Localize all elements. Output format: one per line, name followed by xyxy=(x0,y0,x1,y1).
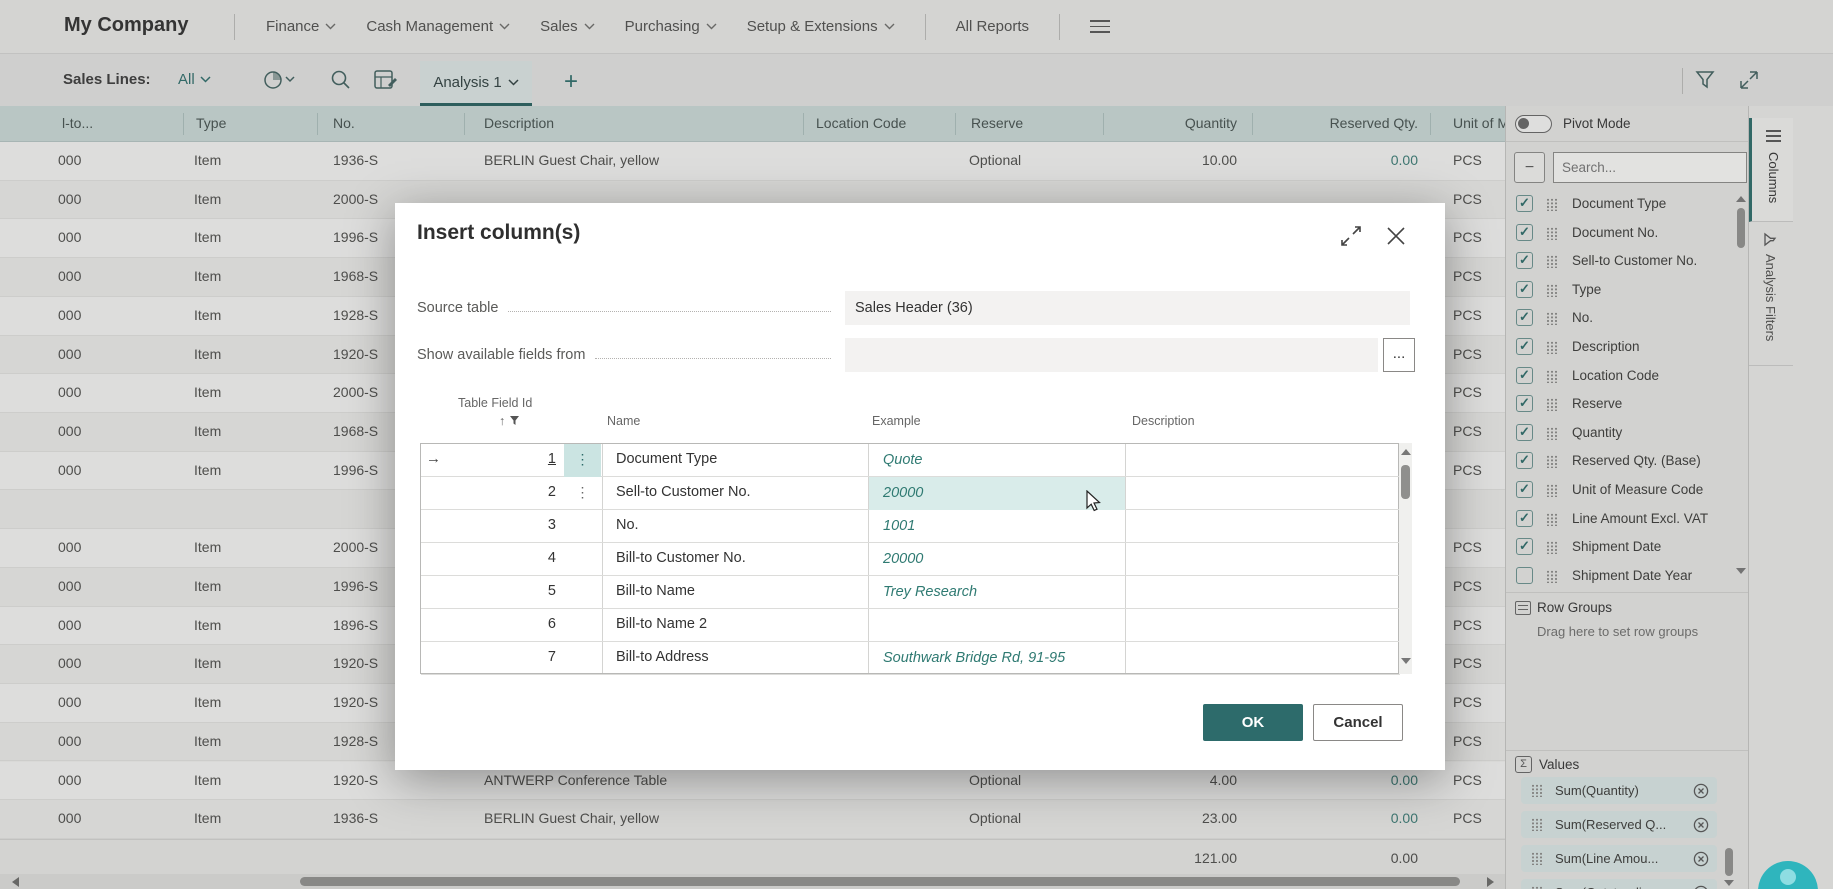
source-table-field[interactable]: Sales Header (36) xyxy=(845,291,1410,325)
field-name: No. xyxy=(616,517,639,533)
active-row-arrow-icon: → xyxy=(426,450,441,467)
field-id: 3 xyxy=(547,517,556,533)
source-table-label: Source table xyxy=(417,300,499,316)
field-id: 1 xyxy=(547,451,556,467)
kebab-icon[interactable]: ⋮ xyxy=(564,477,601,510)
col-header-description[interactable]: Description xyxy=(1132,414,1195,428)
fields-grid: → 1 ⋮ Document Type Quote 2 ⋮ Sell-to Customer … xyxy=(420,443,1400,675)
filter-icon xyxy=(509,416,519,425)
grid-scroll-up[interactable] xyxy=(1401,449,1411,455)
app-window: My Company Finance Cash Management Sales Pu… xyxy=(0,0,1833,889)
field-row[interactable]: 6 Bill-to Name 2 xyxy=(421,609,1400,642)
field-row[interactable]: 7 Bill-to Address Southwark Bridge Rd, 91-… xyxy=(421,642,1400,675)
insert-columns-dialog: Insert column(s) Source table Sales Head… xyxy=(395,203,1445,770)
expand-dialog-icon[interactable] xyxy=(1340,225,1362,247)
field-name: Bill-to Name xyxy=(616,583,695,599)
field-row[interactable]: → 1 ⋮ Document Type Quote xyxy=(421,444,1400,477)
dialog-title: Insert column(s) xyxy=(417,221,581,244)
col-header-example[interactable]: Example xyxy=(872,414,921,428)
sort-filter-indicator: ↑ xyxy=(499,414,520,428)
fields-grid-scrollbar[interactable] xyxy=(1399,443,1412,674)
kebab-icon[interactable]: ⋮ xyxy=(564,444,601,477)
col-header-table-field-id[interactable]: Table Field Id xyxy=(458,396,532,410)
field-id: 2 xyxy=(547,484,556,500)
fields-from-field[interactable] xyxy=(845,338,1378,372)
grid-scroll-down[interactable] xyxy=(1401,658,1411,664)
close-icon[interactable] xyxy=(1385,225,1407,247)
field-name: Document Type xyxy=(616,451,718,467)
field-name: Sell-to Customer No. xyxy=(616,484,751,500)
field-example: Quote xyxy=(883,452,923,468)
field-row[interactable]: 4 Bill-to Customer No. 20000 xyxy=(421,543,1400,576)
sort-ascending-icon: ↑ xyxy=(499,414,506,428)
field-name: Bill-to Address xyxy=(616,649,709,665)
assist-edit-button[interactable]: ... xyxy=(1383,338,1415,372)
field-name: Bill-to Customer No. xyxy=(616,550,746,566)
field-id: 6 xyxy=(547,616,556,632)
grid-scrollbar-thumb[interactable] xyxy=(1401,465,1410,499)
dotted-leader xyxy=(595,347,831,359)
field-id: 4 xyxy=(547,550,556,566)
ok-button[interactable]: OK xyxy=(1203,704,1303,741)
field-row[interactable]: 2 ⋮ Sell-to Customer No. 20000 xyxy=(421,477,1400,510)
field-example xyxy=(869,609,1125,642)
field-id: 7 xyxy=(547,649,556,665)
dotted-leader xyxy=(508,300,831,312)
field-row[interactable]: 3 No. 1001 xyxy=(421,510,1400,543)
mouse-cursor xyxy=(1085,490,1107,514)
field-row[interactable]: 5 Bill-to Name Trey Research xyxy=(421,576,1400,609)
cancel-button[interactable]: Cancel xyxy=(1313,704,1403,741)
field-name: Bill-to Name 2 xyxy=(616,616,708,632)
field-example: 1001 xyxy=(883,518,916,534)
field-id: 5 xyxy=(547,583,556,599)
fields-from-label: Show available fields from xyxy=(417,347,586,363)
field-example: 20000 xyxy=(883,551,924,567)
col-header-name[interactable]: Name xyxy=(607,414,640,428)
field-example: Southwark Bridge Rd, 91-95 xyxy=(883,650,1066,666)
field-example: Trey Research xyxy=(883,584,978,600)
